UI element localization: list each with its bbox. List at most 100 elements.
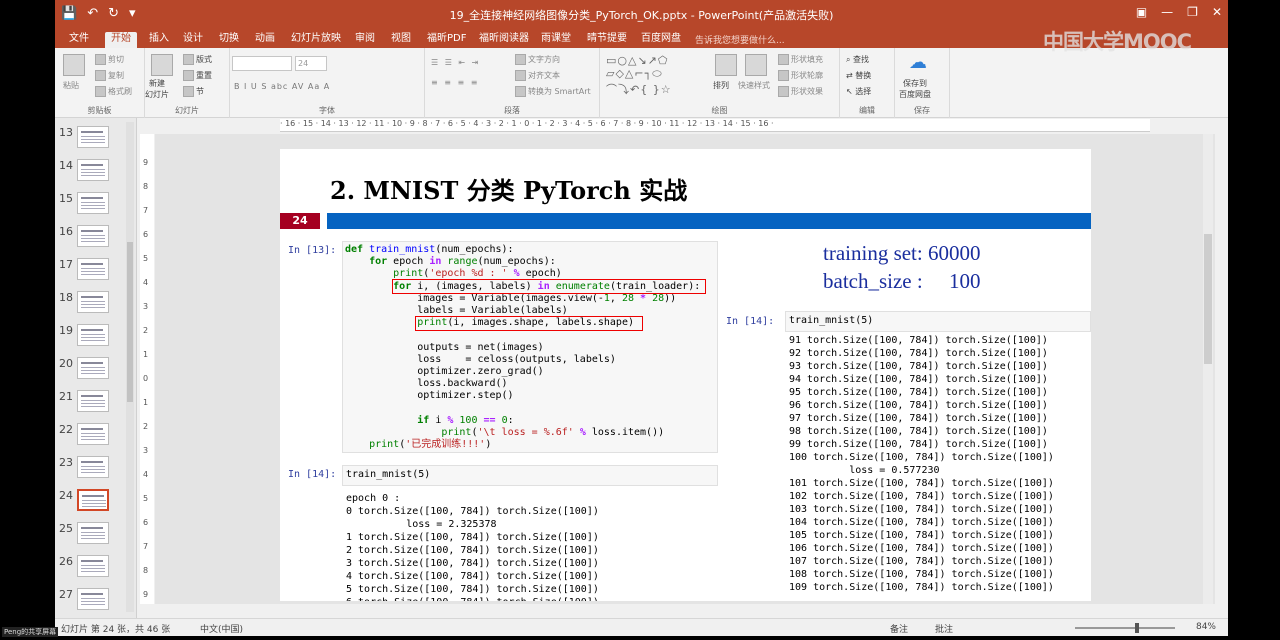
close-button[interactable]: ✕ [1212,5,1222,19]
font-size-input[interactable]: 24 [295,56,327,71]
code-cell-14-left[interactable]: train_mnist(5) [342,465,718,486]
zoom-slider[interactable] [1075,623,1175,633]
slide-thumbnail[interactable]: 15 [55,188,125,218]
shapes-gallery-icon[interactable]: ▭○△↘↗⬠ ▱◇△⌐┐⬭ ⌒⤵↶{ }☆ [606,54,672,97]
thumbnail-image[interactable] [77,159,109,181]
save-to-netdisk-button-2[interactable]: 百度网盘 [899,89,931,100]
copy-button[interactable]: 复制 [95,70,124,81]
slide-scrollbar-thumb[interactable] [1204,234,1212,364]
section-button[interactable]: 节 [183,86,204,97]
thumbnail-image[interactable] [77,390,109,412]
new-slide-button-2[interactable]: 幻灯片 [145,89,169,100]
list-icon[interactable]: ☰ ☰ ⇤ ⇥ [431,58,480,67]
cut-button[interactable]: 剪切 [95,54,124,65]
thumbnail-image[interactable] [77,423,109,445]
slide-count: 幻灯片 第 24 张，共 46 张 [61,625,171,635]
thumbnail-image[interactable] [77,225,109,247]
minimize-button[interactable]: — [1161,5,1173,19]
align-icon[interactable]: ≡ ≡ ≡ ≡ [431,78,479,87]
shape-fill-button[interactable]: 形状填充 [778,54,823,65]
ribbon-display-button[interactable]: ▣ [1136,5,1147,19]
notes-button[interactable]: 备注 [890,622,908,635]
slide-thumbnail[interactable]: 19 [55,320,125,350]
tab-design[interactable]: 设计 [177,32,209,48]
reset-button[interactable]: 重置 [183,70,212,81]
slide-thumbnail[interactable]: 20 [55,353,125,383]
tab-file[interactable]: 文件 [63,32,95,48]
layout-button[interactable]: 版式 [183,54,212,65]
tab-animations[interactable]: 动画 [249,32,281,48]
slide-thumbnail[interactable]: 24 [55,485,125,515]
restore-button[interactable]: ❐ [1187,5,1198,19]
slide-thumbnail[interactable]: 21 [55,386,125,416]
zoom-level[interactable]: 84% [1196,622,1216,632]
slide-thumbnail[interactable]: 16 [55,221,125,251]
slide-scrollbar[interactable] [1203,134,1213,604]
arrange-button[interactable]: 排列 [713,80,729,91]
tell-me-box[interactable]: 告诉我您想要做什么... [695,33,785,46]
font-format-buttons[interactable]: B I U S abc AV Aa A [234,82,330,91]
thumbnail-scrollbar-thumb[interactable] [127,242,133,402]
replace-button[interactable]: ⇄ 替换 [846,70,871,81]
align-text-button[interactable]: 对齐文本 [515,70,560,81]
shape-outline-button[interactable]: 形状轮廓 [778,70,823,81]
thumbnail-image[interactable] [77,588,109,610]
tab-summary[interactable]: 晴节提要 [581,32,633,48]
thumbnail-image[interactable] [77,258,109,280]
thumbnail-image[interactable] [77,456,109,478]
font-name-input[interactable] [232,56,292,71]
text-direction-button[interactable]: 文字方向 [515,54,560,65]
language-indicator[interactable]: 中文(中国) [200,622,243,635]
slide-thumbnail[interactable]: 14 [55,155,125,185]
tab-foxit-reader[interactable]: 福昕阅读器 [473,32,535,48]
thumbnail-image[interactable] [77,192,109,214]
new-slide-button[interactable]: 新建 [149,78,165,89]
tab-review[interactable]: 审阅 [349,32,381,48]
thumbnail-image[interactable] [77,522,109,544]
tab-foxit-pdf[interactable]: 福昕PDF [421,32,472,48]
thumbnail-scrollbar[interactable] [126,122,134,612]
tab-view[interactable]: 视图 [385,32,417,48]
save-to-netdisk-button[interactable]: 保存到 [903,78,927,89]
slide-thumbnail[interactable]: 13 [55,122,125,152]
paste-button[interactable]: 粘贴 [63,80,79,91]
replace-label: 替换 [855,71,872,80]
thumbnail-image[interactable] [77,357,109,379]
slide-thumbnail[interactable]: 25 [55,518,125,548]
slide-thumbnail[interactable]: 22 [55,419,125,449]
code-cell-13[interactable]: def train_mnist(num_epochs): for epoch i… [342,241,718,453]
number: 28 [621,292,635,304]
tab-slideshow[interactable]: 幻灯片放映 [285,32,347,48]
slide[interactable]: 2. MNIST 分类 PyTorch 实战 24 In [13]: def t… [280,149,1091,601]
new-slide-icon[interactable] [151,54,173,76]
quick-styles-icon[interactable] [745,54,767,76]
baidu-netdisk-icon[interactable]: ☁ [909,52,927,73]
arrange-icon[interactable] [715,54,737,76]
thumbnail-image[interactable] [77,555,109,577]
code-cell-14-right[interactable]: train_mnist(5) [785,311,1091,332]
paste-icon[interactable] [63,54,85,76]
slide-thumbnail[interactable]: 23 [55,452,125,482]
quick-styles-button[interactable]: 快速样式 [738,80,770,91]
slide-thumbnail[interactable]: 27 [55,584,125,614]
thumbnail-image[interactable] [77,324,109,346]
zoom-slider-thumb[interactable] [1135,623,1139,633]
tab-rain-classroom[interactable]: 雨课堂 [535,32,577,48]
thumbnail-image[interactable] [77,291,109,313]
comments-button[interactable]: 批注 [935,622,953,635]
tab-insert[interactable]: 插入 [143,32,175,48]
slide-thumbnail[interactable]: 18 [55,287,125,317]
slide-thumbnail[interactable]: 26 [55,551,125,581]
thumbnail-image[interactable] [77,126,109,148]
format-painter-button[interactable]: 格式刷 [95,86,132,97]
select-button[interactable]: ↖ 选择 [846,86,871,97]
tab-home[interactable]: 开始 [105,32,137,48]
thumbnail-image[interactable] [77,489,109,511]
slide-title[interactable]: 2. MNIST 分类 PyTorch 实战 [330,171,687,206]
smartart-button[interactable]: 转换为 SmartArt [515,86,591,97]
slide-thumbnail[interactable]: 17 [55,254,125,284]
tab-transitions[interactable]: 切换 [213,32,245,48]
tab-baidu-netdisk[interactable]: 百度网盘 [635,32,687,48]
find-button[interactable]: ⌕ 查找 [846,54,869,65]
shape-effects-button[interactable]: 形状效果 [778,86,823,97]
